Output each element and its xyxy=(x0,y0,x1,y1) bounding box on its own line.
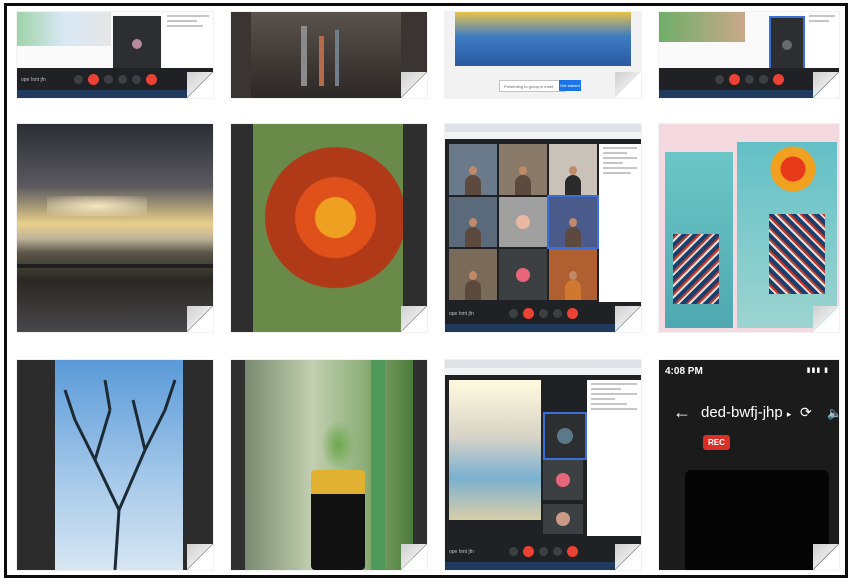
page-curl-icon xyxy=(813,544,839,570)
meeting-code: ope hmt jfn xyxy=(449,549,474,555)
presentation-image xyxy=(455,12,631,66)
page-curl-icon xyxy=(615,306,641,332)
tile-plant-can-photo xyxy=(231,360,427,570)
page-curl-icon xyxy=(813,306,839,332)
address-bar[interactable] xyxy=(445,368,641,375)
taskbar xyxy=(445,562,641,570)
captions-icon[interactable] xyxy=(117,74,127,84)
tile-tree-photo xyxy=(17,360,213,570)
present-icon[interactable] xyxy=(758,74,768,84)
participant-grid xyxy=(449,144,599,300)
participant-video xyxy=(113,16,161,72)
page-curl-icon xyxy=(187,544,213,570)
presentation-slide xyxy=(449,380,541,520)
present-icon[interactable] xyxy=(552,308,562,318)
tile-dark-photo xyxy=(231,12,427,98)
back-arrow-icon[interactable]: ← xyxy=(673,402,691,423)
mic-icon[interactable] xyxy=(508,308,518,318)
meeting-code: ope hmt jfn xyxy=(21,77,46,83)
hangup-icon[interactable] xyxy=(145,73,157,85)
gazania-flower xyxy=(253,124,403,332)
participant-video xyxy=(769,16,805,74)
mic-icon[interactable] xyxy=(508,546,518,556)
participant-video xyxy=(543,460,583,500)
video-preview xyxy=(685,470,829,570)
meeting-controls xyxy=(17,68,213,90)
chevron-right-icon: ▸ xyxy=(786,409,792,419)
rec-badge: REC xyxy=(703,435,730,450)
meeting-code: ope hmt jfn xyxy=(449,311,474,317)
sun-glow xyxy=(47,196,147,216)
browser-tabs xyxy=(445,360,641,368)
tile-phone-meet-screen: 4:08 PM ▮▮▮ ▮ ← ded-bwfj-jhp ▸ ⟳ 🔈 REC xyxy=(659,360,839,570)
camera-icon[interactable] xyxy=(538,546,548,556)
meeting-controls xyxy=(445,540,641,562)
end-call-icon[interactable] xyxy=(522,545,534,557)
taskbar xyxy=(659,90,839,98)
camera-icon[interactable] xyxy=(538,308,548,318)
page-curl-icon xyxy=(187,306,213,332)
meeting-controls xyxy=(659,68,839,90)
photo xyxy=(251,12,401,98)
tile-meet-screenshot-1: ope hmt jfn xyxy=(17,12,213,98)
chat-panel xyxy=(805,12,839,68)
mic-icon[interactable] xyxy=(73,74,83,84)
meeting-code-title[interactable]: ded-bwfj-jhp ▸ xyxy=(701,404,791,421)
tile-meet-screenshot-2: Presenting to group in meet Get started xyxy=(445,12,641,98)
end-call-icon[interactable] xyxy=(522,307,534,319)
participant-video xyxy=(543,412,587,460)
status-icons: ▮▮▮ ▮ xyxy=(806,367,829,374)
collage-frame: ope hmt jfn Presenting to group in meet … xyxy=(4,3,848,578)
camera-icon[interactable] xyxy=(103,74,113,84)
tile-meet-screenshot-4: ope hmt jfn xyxy=(445,124,641,332)
page-curl-icon xyxy=(401,544,427,570)
tile-meet-screenshot-5: ope hmt jfn xyxy=(445,360,641,570)
switch-camera-icon[interactable]: ⟳ xyxy=(800,404,812,421)
browser-tabs xyxy=(445,124,641,132)
presentation-image xyxy=(17,12,111,46)
taskbar xyxy=(445,324,641,332)
meeting-code-text: ded-bwfj-jhp xyxy=(701,404,783,421)
chat-panel xyxy=(587,380,641,536)
page-curl-icon xyxy=(187,72,213,98)
search-input[interactable]: Presenting to group in meet xyxy=(499,80,565,92)
camera-icon[interactable] xyxy=(744,74,754,84)
end-call-icon[interactable] xyxy=(728,73,740,85)
status-time: 4:08 PM xyxy=(665,366,703,377)
window-frame xyxy=(371,360,385,570)
end-call-icon[interactable] xyxy=(87,73,99,85)
hangup-icon[interactable] xyxy=(566,307,578,319)
presentation-image xyxy=(659,12,745,42)
tile-flower-photo xyxy=(231,124,427,332)
taskbar xyxy=(17,90,213,98)
tile-meet-screenshot-3 xyxy=(659,12,839,98)
mic-icon[interactable] xyxy=(714,74,724,84)
horizon xyxy=(17,264,213,268)
participant-video xyxy=(543,504,583,534)
hangup-icon[interactable] xyxy=(772,73,784,85)
chat-panel xyxy=(599,144,641,304)
page-curl-icon xyxy=(401,306,427,332)
meeting-controls xyxy=(445,302,641,324)
page-curl-icon xyxy=(615,72,641,98)
plant-leaves xyxy=(321,420,355,470)
tile-sunset-photo xyxy=(17,124,213,332)
page-curl-icon xyxy=(813,72,839,98)
get-started-button[interactable]: Get started xyxy=(559,80,581,91)
tree-silhouette xyxy=(63,379,177,570)
painted-can xyxy=(311,470,365,570)
page-curl-icon xyxy=(615,544,641,570)
address-bar[interactable] xyxy=(445,132,641,139)
chat-panel xyxy=(163,12,213,72)
present-icon[interactable] xyxy=(131,74,141,84)
volume-icon[interactable]: 🔈 xyxy=(827,406,839,420)
present-icon[interactable] xyxy=(552,546,562,556)
page-curl-icon xyxy=(401,72,427,98)
tile-vase-painting xyxy=(659,124,839,332)
hangup-icon[interactable] xyxy=(566,545,578,557)
